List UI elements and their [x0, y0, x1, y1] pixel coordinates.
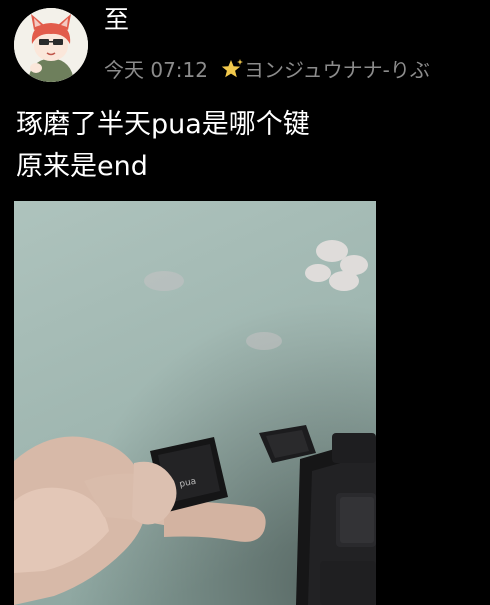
photo-scene: pua	[14, 201, 376, 605]
post-text: 琢磨了半天pua是哪个键 原来是end	[16, 109, 310, 182]
username[interactable]: 至	[104, 4, 129, 36]
user-signature: ヨンジュウナナ-りぶ	[244, 58, 430, 82]
avatar-illustration	[14, 8, 88, 82]
post-meta: 今天 07:12 ヨンジュウナナ-りぶ	[104, 56, 430, 87]
post-photo[interactable]: pua	[14, 201, 376, 605]
star-sparkle-icon	[220, 58, 244, 87]
avatar[interactable]	[14, 8, 88, 82]
post-time: 今天 07:12	[104, 58, 208, 82]
